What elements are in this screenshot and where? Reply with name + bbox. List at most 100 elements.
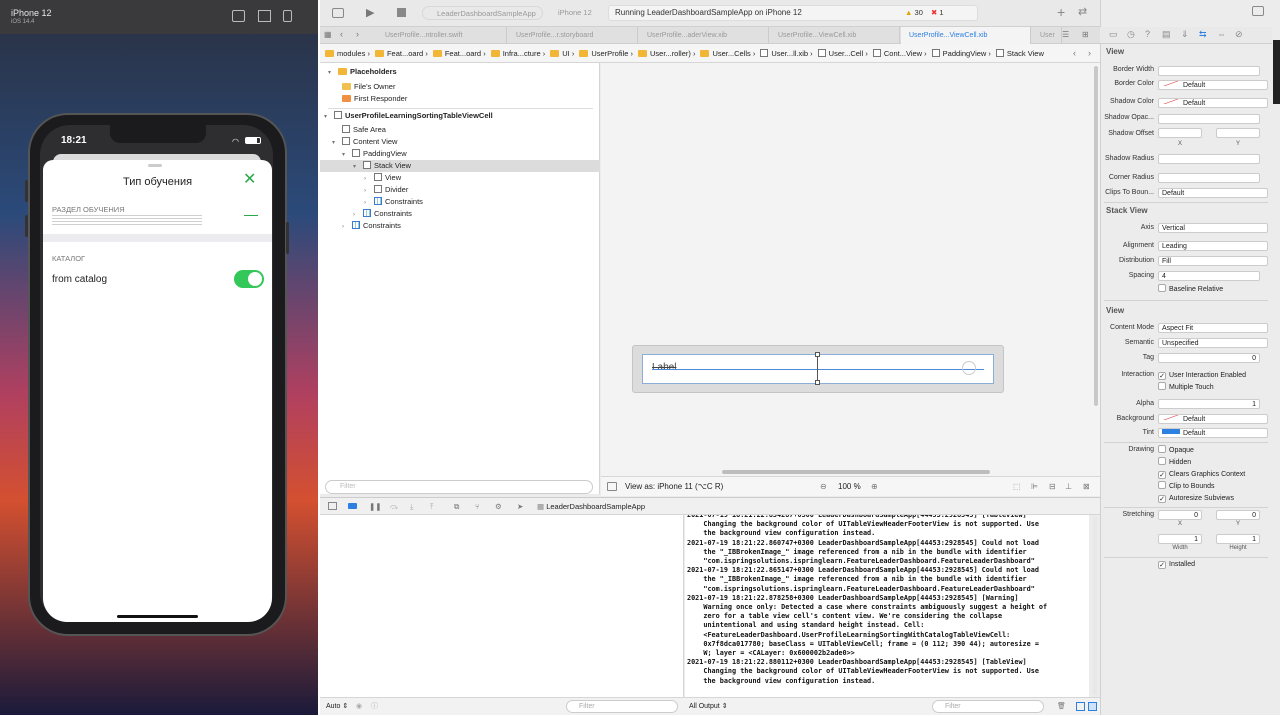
home-icon[interactable]	[258, 10, 271, 22]
breadcrumb[interactable]: User...roller) ›	[638, 44, 695, 62]
step-over-icon[interactable]: ⤼	[390, 498, 398, 516]
grabber[interactable]	[148, 164, 162, 167]
stretch-width-field[interactable]: 1	[1158, 534, 1202, 544]
add-editor-icon[interactable]: ⊞	[1082, 30, 1089, 39]
auto-selector[interactable]: Auto ⇕	[326, 698, 348, 716]
outline-constraints-inner[interactable]: › Constraints	[364, 196, 423, 208]
run-icon[interactable]: ▶	[366, 6, 374, 19]
back-icon[interactable]: ‹	[340, 29, 343, 39]
tab-viewcell-xib-active[interactable]: UserProfile...ViewCell.xib	[901, 27, 1031, 44]
tint-select[interactable]: Default	[1158, 428, 1268, 438]
background-select[interactable]: Default	[1158, 414, 1268, 424]
view-debugger-icon[interactable]: ⧉	[454, 498, 459, 516]
shadow-color-select[interactable]: Default	[1158, 98, 1268, 108]
semantic-select[interactable]: Unspecified	[1158, 338, 1268, 348]
breadcrumb[interactable]: PaddingView ›	[931, 44, 991, 62]
installed-checkbox[interactable]: ✓ Installed	[1158, 559, 1195, 571]
tab-viewcell-xib[interactable]: UserProfile...ViewCell.xib	[770, 27, 900, 44]
canvas-hscrollbar[interactable]	[722, 470, 990, 474]
embed-in-icon[interactable]: ⊟	[1049, 477, 1056, 497]
update-frames-icon[interactable]: ⬚	[1013, 477, 1021, 497]
tab-headerview-xib[interactable]: UserProfile...aderView.xib	[639, 27, 769, 44]
step-in-icon[interactable]: ⤓	[410, 498, 413, 516]
help-icon[interactable]: ?	[1145, 29, 1150, 39]
device-selector[interactable]: iPhone 12	[558, 6, 592, 20]
resolve-issues-icon[interactable]: ⊠	[1083, 477, 1090, 497]
effects-icon[interactable]: ⊘	[1235, 29, 1243, 40]
tab-controller-swift[interactable]: UserProfile...ntroller.swift	[377, 27, 507, 44]
console-scrollbar[interactable]	[1093, 517, 1097, 695]
user-interaction-checkbox[interactable]: ✓ User Interaction Enabled	[1158, 370, 1246, 382]
stretch-x-field[interactable]: 0	[1158, 510, 1202, 520]
rotate-icon[interactable]	[283, 10, 292, 22]
debug-target[interactable]: ▦ LeaderDashboardSampleApp	[537, 498, 645, 516]
issue-next-icon[interactable]: ›	[1088, 48, 1091, 58]
environment-icon[interactable]: ⚙	[495, 498, 502, 516]
code-review-icon[interactable]: ⇄	[1078, 5, 1087, 18]
right-pane-icon[interactable]	[1088, 702, 1097, 711]
close-icon[interactable]: ✕	[243, 172, 256, 188]
file-inspector-icon[interactable]: ▭	[1109, 29, 1118, 40]
history-icon[interactable]: ◷	[1127, 29, 1135, 40]
breadcrumb[interactable]: Stack View	[995, 44, 1044, 62]
console-output[interactable]: 2021-07-19 18:21:22.834287+0300 LeaderDa…	[685, 515, 1089, 697]
hide-debug-icon[interactable]	[328, 502, 337, 510]
multiple-touch-checkbox[interactable]: Multiple Touch	[1158, 382, 1214, 394]
axis-select[interactable]: Vertical	[1158, 223, 1268, 233]
breadcrumb[interactable]: Feat...oard ›	[374, 44, 428, 62]
zoom-in-icon[interactable]: ⊕	[871, 477, 878, 497]
baseline-relative-checkbox[interactable]: Baseline Relative	[1158, 284, 1223, 296]
breadcrumb[interactable]: User...Cells ›	[700, 44, 755, 62]
outline-constraints-padding[interactable]: › Constraints	[353, 208, 412, 220]
left-pane-icon[interactable]	[1076, 702, 1085, 711]
breadcrumb[interactable]: Cont...View ›	[872, 44, 927, 62]
shadow-opacity-field[interactable]	[1158, 114, 1260, 124]
breadcrumb[interactable]: UI ›	[550, 44, 574, 62]
outline-root-cell[interactable]: ▾ UserProfileLearningSortingTableViewCell	[324, 110, 493, 122]
alignment-select[interactable]: Leading	[1158, 241, 1268, 251]
warning-badge[interactable]: ▲ 30	[905, 8, 923, 17]
outline-safe-area[interactable]: Safe Area	[342, 124, 386, 136]
hidden-checkbox[interactable]: Hidden	[1158, 457, 1191, 469]
issue-prev-icon[interactable]: ‹	[1073, 48, 1076, 58]
outline-padding-view[interactable]: ▾ PaddingView	[342, 148, 407, 160]
breadcrumb[interactable]: UserProfile ›	[579, 44, 633, 62]
ib-canvas[interactable]	[601, 63, 1100, 476]
zoom-level[interactable]: 100 %	[838, 477, 861, 497]
error-badge[interactable]: ✖ 1	[931, 8, 944, 17]
screenshot-icon[interactable]	[232, 10, 245, 22]
inspector-toggle-icon[interactable]	[1252, 6, 1264, 16]
distribution-select[interactable]: Fill	[1158, 256, 1268, 266]
tab-user[interactable]: User	[1032, 27, 1062, 44]
breadcrumb[interactable]: Feat...oard ›	[432, 44, 486, 62]
stretch-y-field[interactable]: 0	[1216, 510, 1260, 520]
clips-select[interactable]: Default	[1158, 188, 1268, 198]
navigator-toggle-icon[interactable]	[332, 8, 344, 18]
connections-icon[interactable]: ⇔	[1217, 29, 1226, 39]
breakpoints-icon[interactable]	[348, 503, 357, 509]
align-icon[interactable]: ⊫	[1031, 477, 1038, 497]
border-color-select[interactable]: Default	[1158, 80, 1268, 90]
memory-graph-icon[interactable]: ⑂	[475, 498, 480, 516]
eye-icon[interactable]: ◉	[356, 698, 362, 716]
add-icon[interactable]: +	[1057, 4, 1065, 20]
outline-files-owner[interactable]: File's Owner	[342, 81, 395, 93]
outline-first-responder[interactable]: First Responder	[342, 93, 407, 105]
shadow-offset-y[interactable]	[1216, 128, 1260, 138]
console-filter-input[interactable]: Filter	[932, 700, 1044, 713]
catalog-toggle[interactable]	[234, 270, 264, 288]
outline-divider[interactable]: › Divider	[364, 184, 408, 196]
view-as-device[interactable]: View as: iPhone 11 (⌥C R)	[625, 477, 723, 497]
canvas-scrollbar[interactable]	[1094, 66, 1098, 406]
border-width-field[interactable]	[1158, 66, 1260, 76]
add-constraints-icon[interactable]: ⊥	[1065, 477, 1072, 497]
content-mode-select[interactable]: Aspect Fit	[1158, 323, 1268, 333]
resize-handle[interactable]	[815, 380, 820, 385]
tab-storyboard[interactable]: UserProfile...r.storyboard	[508, 27, 638, 44]
outline-constraints-content[interactable]: › Constraints	[342, 220, 401, 232]
breadcrumb[interactable]: modules ›	[325, 44, 370, 62]
stop-icon[interactable]	[397, 8, 406, 17]
resize-handle[interactable]	[815, 352, 820, 357]
size-inspector-icon[interactable]: ⇆	[1199, 29, 1207, 40]
variables-filter-input[interactable]: Filter	[566, 700, 678, 713]
